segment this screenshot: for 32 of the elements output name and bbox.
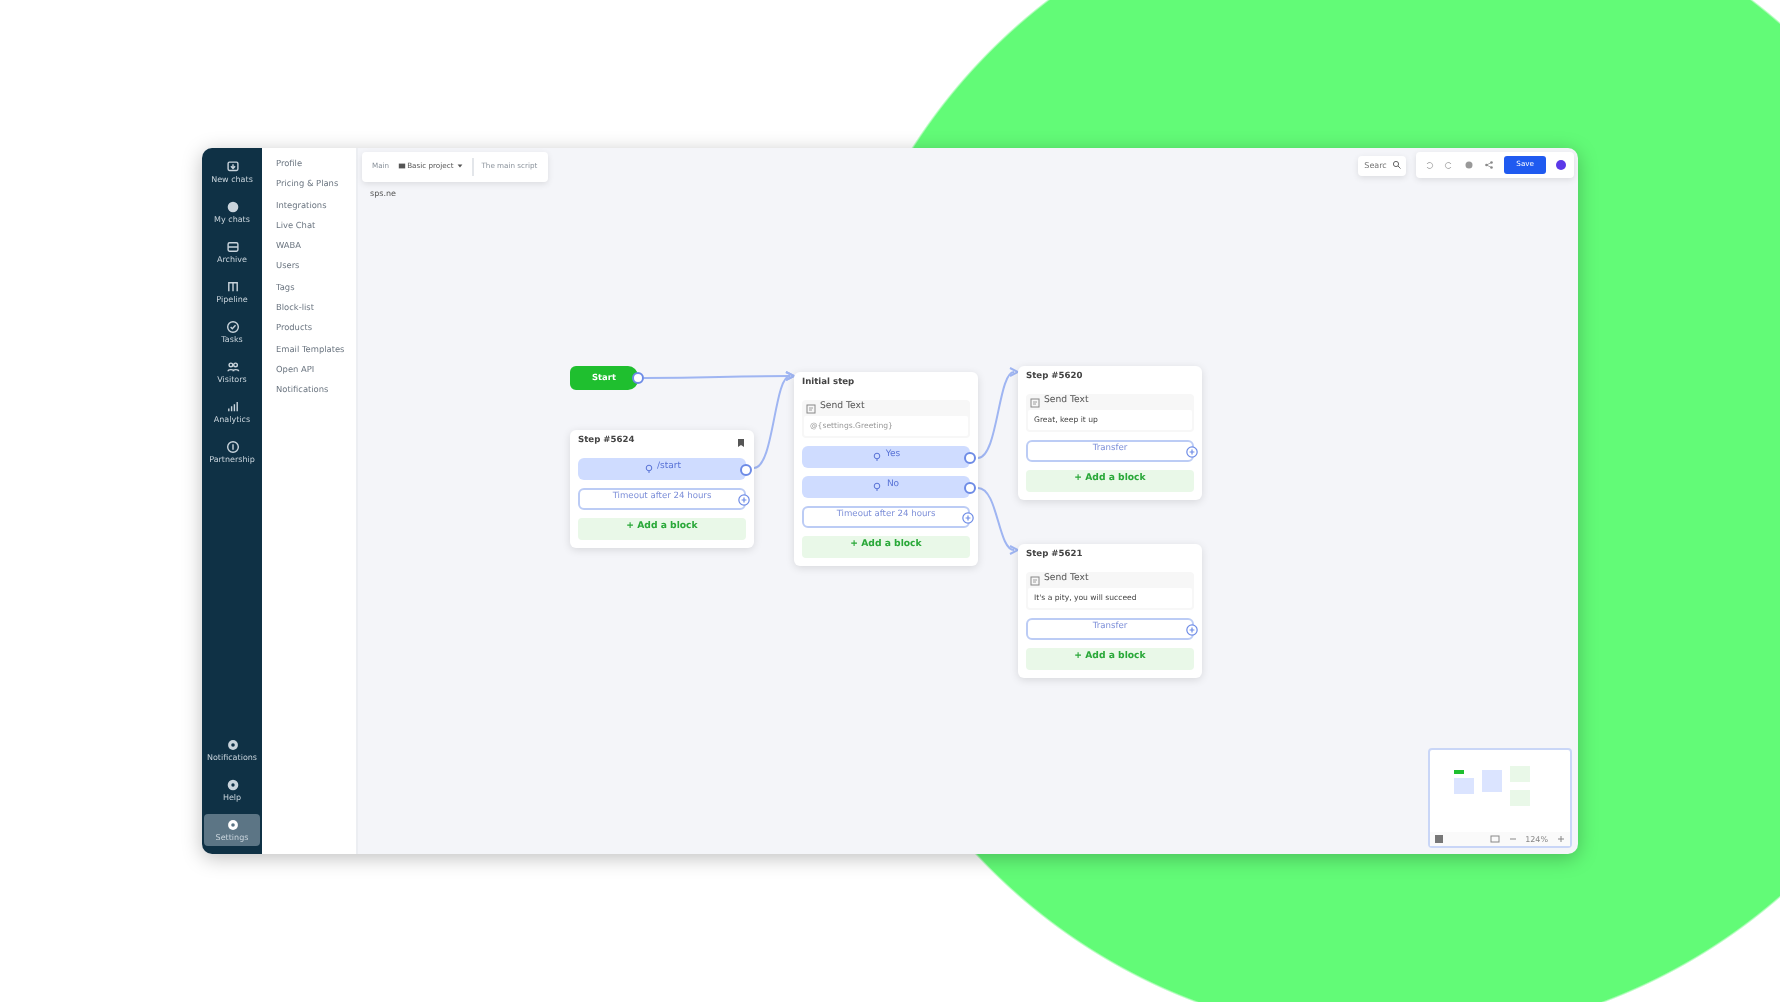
search-icon	[1392, 160, 1403, 170]
fit-screen-icon[interactable]	[1489, 834, 1500, 844]
people-icon	[225, 360, 239, 374]
connection-port[interactable]	[740, 463, 752, 475]
zoom-out-icon[interactable]	[1507, 834, 1518, 844]
dollar-circle-icon	[225, 440, 239, 454]
bar-chart-icon	[225, 400, 239, 414]
bulb-icon	[872, 482, 883, 492]
caret-icon	[455, 162, 464, 171]
help-icon	[225, 778, 239, 792]
connector-line	[977, 367, 1021, 459]
layout-icon	[1434, 834, 1444, 844]
settings-icon	[225, 818, 239, 832]
bulb-icon	[871, 452, 882, 462]
undo-icon[interactable]	[1424, 160, 1435, 170]
bulb-icon	[643, 464, 653, 474]
folder-icon	[397, 162, 406, 171]
connection-port[interactable]	[964, 481, 976, 493]
redo-icon[interactable]	[1444, 160, 1455, 170]
text-icon	[806, 403, 816, 413]
text-icon	[1030, 575, 1040, 585]
archive-icon	[225, 240, 239, 254]
bookmark-icon[interactable]	[736, 438, 746, 448]
chat-icon	[225, 160, 239, 174]
check-circle-icon	[225, 320, 239, 334]
zoom-in-icon[interactable]	[1556, 834, 1566, 844]
columns-icon	[225, 280, 239, 294]
share-icon[interactable]	[1484, 160, 1495, 170]
connection-port[interactable]	[964, 451, 976, 463]
connector-line	[977, 487, 1021, 555]
text-icon	[1030, 397, 1040, 407]
avatar[interactable]	[1556, 160, 1566, 170]
